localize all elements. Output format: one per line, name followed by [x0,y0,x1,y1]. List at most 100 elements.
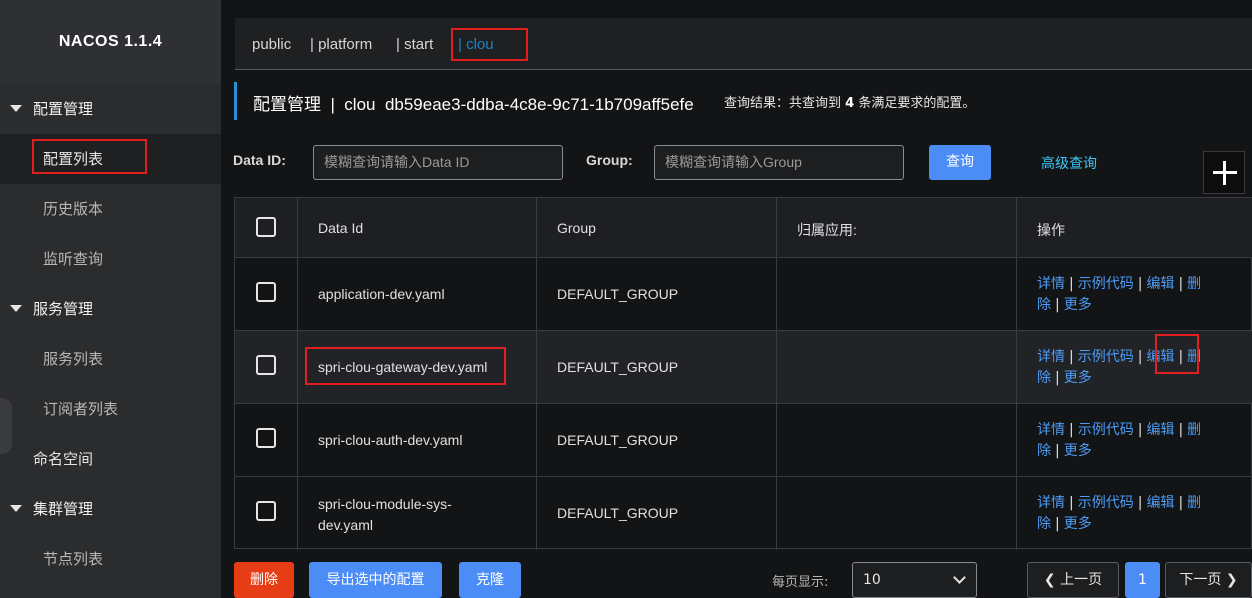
per-page-select[interactable]: 10 [852,562,977,598]
query-result-text: 查询结果：共查询到 4 条满足要求的配置。 [724,92,975,111]
next-page-button[interactable]: 下一页 ❯ [1165,562,1252,598]
header-data-id: Data Id [318,220,364,236]
group-label: Group: [586,152,633,168]
page-title: 配置管理 | clou db59eae3-ddba-4c8e-9c71-1b70… [253,95,694,114]
delete-link-a[interactable]: 删 [1187,495,1201,511]
row-checkbox[interactable] [256,428,276,448]
more-link[interactable]: 更多 [1064,516,1092,532]
sidebar-group-label: 集群管理 [33,500,94,518]
separator: | [1069,349,1074,365]
prev-page-button[interactable]: ❮ 上一页 [1027,562,1119,598]
separator: | [1055,516,1060,532]
more-link[interactable]: 更多 [1064,370,1092,386]
row-checkbox[interactable] [256,355,276,375]
separator: | [1055,443,1060,459]
sample-code-link[interactable]: 示例代码 [1078,349,1134,365]
sample-code-link[interactable]: 示例代码 [1078,276,1134,292]
dataid-label: Data ID: [233,152,286,168]
header-actions: 操作 [1037,222,1065,238]
caret-down-icon [10,305,22,312]
row-actions: 详情 | 示例代码 | 编辑 | 删除 | 更多 [1037,347,1247,389]
namespace-start[interactable]: | start [396,18,433,70]
sidebar-item-subscribers[interactable]: 订阅者列表 [0,384,221,434]
next-label: 下一页 [1179,572,1222,588]
page-number-button[interactable]: 1 [1125,562,1160,598]
separator: | [1137,276,1143,292]
export-selected-button[interactable]: 导出选中的配置 [309,562,442,598]
row-checkbox[interactable] [256,501,276,521]
row-actions: 详情 | 示例代码 | 编辑 | 删除 | 更多 [1037,274,1247,316]
row-checkbox[interactable] [256,282,276,302]
delete-link-b[interactable]: 除 [1037,370,1051,386]
highlight-box [1155,334,1199,374]
highlight-box [32,139,147,174]
sample-code-link[interactable]: 示例代码 [1078,495,1134,511]
edit-link[interactable]: 编辑 [1146,276,1174,292]
sidebar-group-config[interactable]: 配置管理 [0,84,221,134]
column-divider [776,198,777,550]
detail-link[interactable]: 详情 [1037,349,1065,365]
sidebar-item-label: 历史版本 [43,200,104,218]
main-content: public | platform | start | clou 配置管理 | … [221,0,1252,598]
namespace-platform[interactable]: | platform [310,18,372,70]
sidebar-item-namespace[interactable]: 命名空间 [0,434,221,484]
sidebar-item-listener[interactable]: 监听查询 [0,234,221,284]
delete-button[interactable]: 删除 [234,562,294,598]
column-divider [297,198,298,550]
namespace-public[interactable]: public [252,18,291,70]
table-row: spri-clou-module-sys-dev.yaml DEFAULT_GR… [235,477,1252,550]
separator: | [1069,495,1074,511]
result-count: 4 [845,96,855,111]
delete-link-b[interactable]: 除 [1037,516,1051,532]
prev-label: 上一页 [1060,572,1103,588]
dataid-search-input[interactable]: 模糊查询请输入Data ID [313,145,563,180]
header-app: 归属应用: [797,222,857,238]
sample-code-link[interactable]: 示例代码 [1078,422,1134,438]
delete-link-b[interactable]: 除 [1037,443,1051,459]
separator: | [1055,370,1060,386]
group-search-input[interactable]: 模糊查询请输入Group [654,145,904,180]
namespace-bar: public | platform | start | clou [235,18,1252,70]
app-logo: NACOS 1.1.4 [0,0,221,84]
sidebar-item-nodes[interactable]: 节点列表 [0,534,221,584]
column-divider [1016,198,1017,550]
sidebar-item-history[interactable]: 历史版本 [0,184,221,234]
header-group: Group [557,220,596,236]
separator: | [1137,495,1143,511]
sidebar-item-label: 服务列表 [43,350,104,368]
edit-link[interactable]: 编辑 [1146,422,1174,438]
more-link[interactable]: 更多 [1064,297,1092,313]
cell-group: DEFAULT_GROUP [557,432,679,448]
edit-link[interactable]: 编辑 [1146,495,1174,511]
detail-link[interactable]: 详情 [1037,276,1065,292]
cell-data-id: spri-clou-auth-dev.yaml [318,432,463,448]
delete-link-a[interactable]: 删 [1187,422,1201,438]
cell-group: DEFAULT_GROUP [557,505,679,521]
table-row: spri-clou-auth-dev.yaml DEFAULT_GROUP 详情… [235,404,1252,477]
delete-link-b[interactable]: 除 [1037,297,1051,313]
advanced-query-link[interactable]: 高级查询 [1041,153,1097,173]
result-suffix: 条满足要求的配置。 [854,96,976,111]
select-all-checkbox[interactable] [256,217,276,237]
query-button[interactable]: 查询 [929,145,991,180]
clone-button[interactable]: 克隆 [459,562,521,598]
more-link[interactable]: 更多 [1064,443,1092,459]
sidebar-item-service-list[interactable]: 服务列表 [0,334,221,384]
cell-group: DEFAULT_GROUP [557,359,679,375]
sidebar-group-cluster[interactable]: 集群管理 [0,484,221,534]
delete-link-a[interactable]: 删 [1187,276,1201,292]
sidebar: NACOS 1.1.4 配置管理 配置列表 历史版本 监听查询 服务管理 服务列… [0,0,221,598]
cell-data-id: spri-clou-module-sys-dev.yaml [318,494,452,536]
chevron-down-icon [953,571,966,584]
add-config-button[interactable] [1203,151,1245,194]
caret-down-icon [10,105,22,112]
detail-link[interactable]: 详情 [1037,495,1065,511]
column-divider [536,198,537,550]
separator: | [1137,349,1143,365]
data-id-line: dev.yaml [318,517,373,533]
detail-link[interactable]: 详情 [1037,422,1065,438]
highlight-box [305,347,506,385]
separator: | [1137,422,1143,438]
row-actions: 详情 | 示例代码 | 编辑 | 删除 | 更多 [1037,420,1247,462]
sidebar-group-service[interactable]: 服务管理 [0,284,221,334]
